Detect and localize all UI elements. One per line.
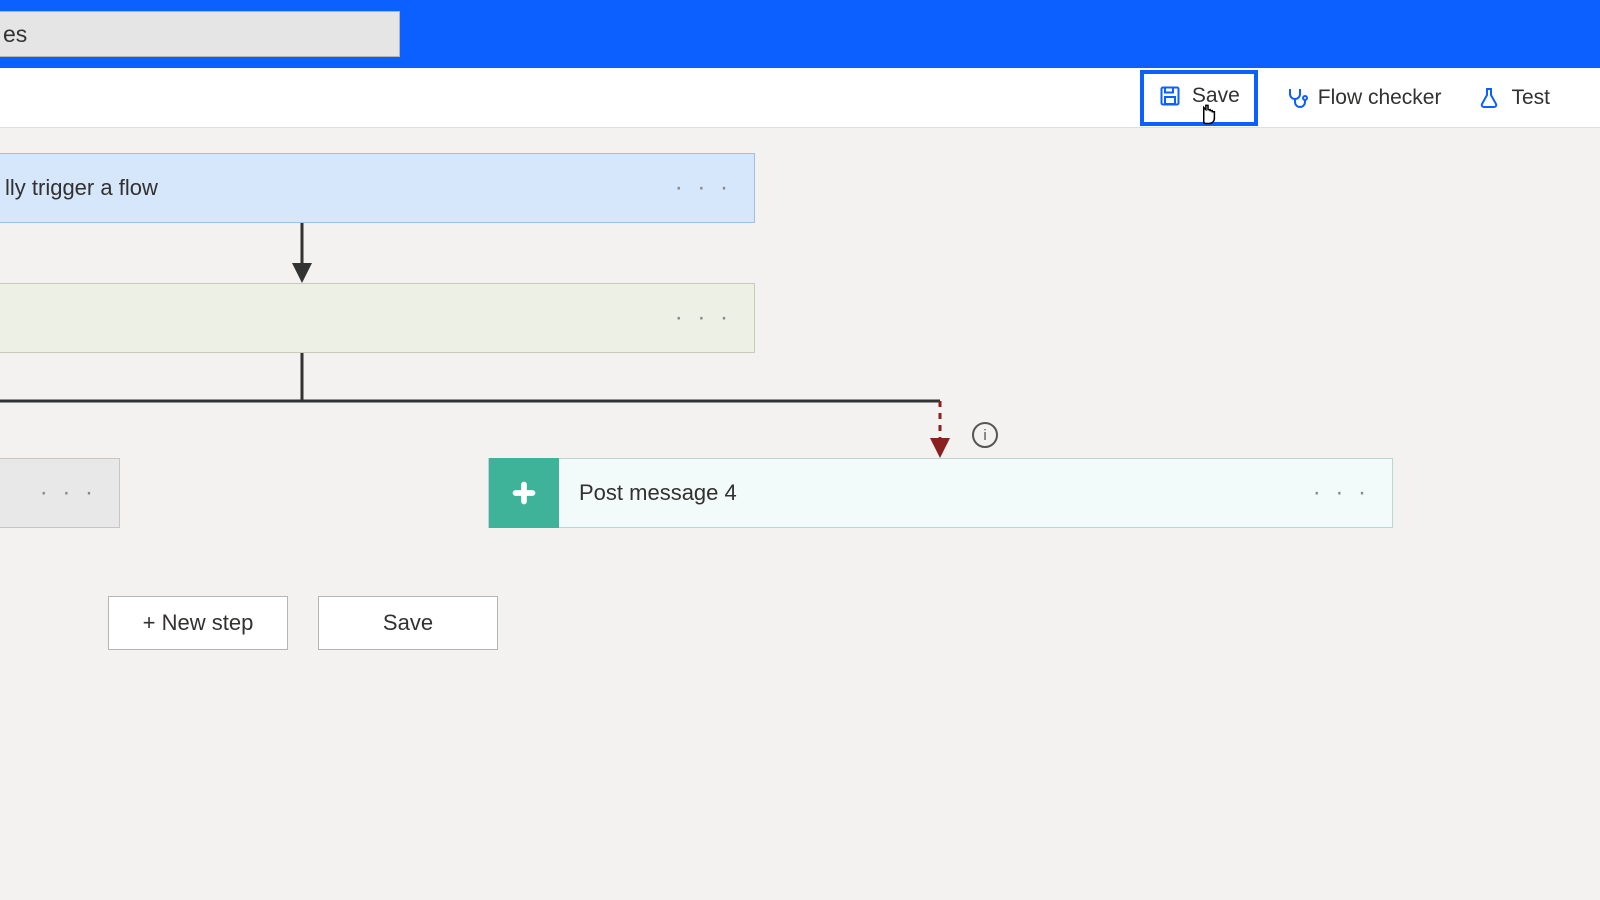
canvas-save-button[interactable]: Save [318, 596, 498, 650]
flow-checker-button[interactable]: Flow checker [1274, 80, 1452, 116]
post-message-label: Post message 4 [559, 480, 737, 506]
save-button-label: Save [1192, 84, 1240, 108]
new-step-button-label: + New step [143, 610, 254, 636]
canvas-footer-buttons: + New step Save [108, 596, 498, 650]
flow-canvas[interactable]: lly trigger a flow · · · · · · · · · i P… [0, 128, 1600, 900]
branch-card-left[interactable]: · · · [0, 458, 120, 528]
canvas-save-button-label: Save [383, 610, 433, 636]
branch-card-left-menu[interactable]: · · · [40, 479, 97, 507]
post-message-card[interactable]: Post message 4 · · · [488, 458, 1393, 528]
new-step-button[interactable]: + New step [108, 596, 288, 650]
info-icon[interactable]: i [972, 422, 998, 448]
post-message-card-menu[interactable]: · · · [1313, 479, 1370, 507]
info-glyph: i [983, 427, 986, 444]
test-button-label: Test [1511, 86, 1550, 110]
action-card-1-menu[interactable]: · · · [675, 304, 732, 332]
slack-icon [489, 458, 559, 528]
editor-toolbar: Save Flow checker Test [0, 68, 1600, 128]
trigger-card-menu[interactable]: · · · [675, 174, 732, 202]
save-icon [1158, 84, 1182, 108]
test-button[interactable]: Test [1467, 80, 1560, 116]
search-input[interactable] [0, 11, 400, 57]
flow-checker-label: Flow checker [1318, 86, 1442, 110]
app-header: Environments enayu.com (default) HL [0, 0, 1600, 68]
trigger-card-label: lly trigger a flow [5, 175, 158, 201]
flask-icon [1477, 86, 1501, 110]
save-button[interactable]: Save [1140, 70, 1258, 126]
action-card-1[interactable]: · · · [0, 283, 755, 353]
trigger-card[interactable]: lly trigger a flow · · · [0, 153, 755, 223]
stethoscope-icon [1284, 86, 1308, 110]
